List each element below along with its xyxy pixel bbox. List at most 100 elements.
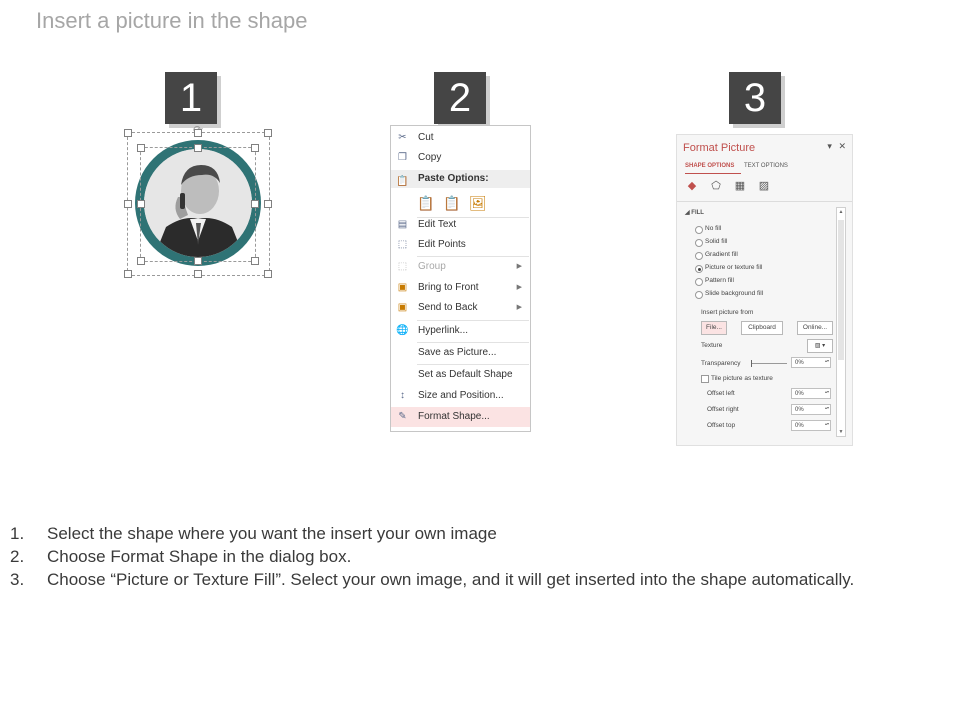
pane-controls: ▾ ✕ — [827, 141, 846, 152]
resize-handle[interactable] — [264, 270, 272, 278]
resize-handle[interactable] — [264, 200, 272, 208]
radio-picture-texture-fill[interactable]: Picture or texture fill — [695, 264, 762, 273]
pane-tabs: SHAPE OPTIONS TEXT OPTIONS — [685, 163, 788, 169]
copy-icon: ❐ — [398, 152, 407, 163]
close-icon[interactable]: ✕ — [838, 141, 846, 151]
pane-title: Format Picture — [683, 142, 756, 154]
menu-item-size-and-position[interactable]: ↕ Size and Position... — [391, 386, 530, 406]
menu-item-bring-to-front[interactable]: ▣ Bring to Front ▶ — [391, 278, 530, 298]
format-picture-pane: Format Picture ▾ ✕ SHAPE OPTIONS TEXT OP… — [676, 134, 853, 446]
radio-button[interactable] — [695, 252, 703, 260]
fill-section-header[interactable]: ◢ FILL — [685, 209, 704, 216]
tile-checkbox[interactable] — [701, 375, 709, 383]
resize-handle[interactable] — [137, 144, 145, 152]
instruction-text: Choose “Picture or Texture Fill”. Select… — [47, 570, 855, 589]
paste-keep-formatting-icon[interactable]: 📋 — [417, 194, 434, 212]
transparency-spinner[interactable]: 0% — [791, 357, 831, 368]
offset-left-spinner[interactable]: 0% — [791, 388, 831, 399]
resize-handle[interactable] — [194, 129, 202, 137]
size-properties-icon[interactable]: ▦ — [733, 180, 747, 193]
fill-line-icon[interactable]: ◆ — [685, 180, 699, 193]
step-badge-3: 3 — [729, 72, 781, 124]
resize-handle[interactable] — [264, 129, 272, 137]
resize-handle[interactable] — [124, 129, 132, 137]
radio-slide-background-fill[interactable]: Slide background fill — [695, 290, 763, 299]
paste-icon: 📋 — [396, 176, 409, 187]
menu-label: Save as Picture... — [418, 347, 497, 358]
send-to-back-icon: ▣ — [397, 302, 408, 313]
tab-text-options[interactable]: TEXT OPTIONS — [744, 163, 788, 169]
radio-button[interactable] — [695, 226, 703, 234]
menu-item-group: ⬚ Group ▶ — [391, 257, 530, 277]
instruction-number: 3. — [10, 570, 25, 589]
paste-picture-icon[interactable]: 🖼 — [469, 194, 487, 212]
resize-handle[interactable] — [124, 270, 132, 278]
resize-handle[interactable] — [137, 257, 145, 265]
transparency-slider[interactable] — [751, 360, 787, 367]
instruction-text: Select the shape where you want the inse… — [47, 524, 497, 543]
dropdown-icon[interactable]: ▾ — [827, 141, 832, 151]
instruction-text: Choose Format Shape in the dialog box. — [47, 547, 352, 566]
radio-label: Gradient fill — [705, 251, 738, 258]
tab-shape-options[interactable]: SHAPE OPTIONS — [685, 163, 734, 169]
bring-to-front-icon: ▣ — [397, 282, 408, 293]
radio-gradient-fill[interactable]: Gradient fill — [695, 251, 738, 260]
radio-button-selected[interactable] — [695, 265, 703, 273]
insert-picture-from-label: Insert picture from — [701, 309, 754, 316]
step-badge-2: 2 — [434, 72, 486, 124]
menu-item-set-default-shape[interactable]: Set as Default Shape — [391, 365, 530, 385]
texture-label: Texture — [701, 342, 723, 349]
menu-label: Send to Back — [418, 302, 478, 313]
submenu-arrow-icon: ▶ — [516, 304, 522, 311]
resize-handle[interactable] — [251, 144, 259, 152]
menu-item-edit-points[interactable]: ⬚ Edit Points — [391, 235, 530, 255]
pane-scrollbar[interactable]: ▲ ▼ — [836, 207, 846, 437]
offset-top-spinner[interactable]: 0% — [791, 420, 831, 431]
menu-item-hyperlink[interactable]: 🌐 Hyperlink... — [391, 321, 530, 341]
scroll-thumb[interactable] — [838, 220, 844, 360]
resize-handle[interactable] — [124, 200, 132, 208]
group-icon: ⬚ — [397, 261, 408, 272]
radio-button[interactable] — [695, 278, 703, 286]
slide-title: Insert a picture in the shape — [36, 8, 308, 33]
hyperlink-icon: 🌐 — [396, 325, 409, 336]
submenu-arrow-icon: ▶ — [516, 284, 522, 291]
effects-icon[interactable]: ⬠ — [709, 180, 723, 193]
resize-handle[interactable] — [137, 200, 145, 208]
picture-icon[interactable]: ▨ — [757, 180, 771, 193]
menu-label: Format Shape... — [418, 411, 490, 422]
radio-solid-fill[interactable]: Solid fill — [695, 238, 727, 247]
menu-item-copy[interactable]: ❐ Copy — [391, 148, 530, 168]
menu-item-edit-text[interactable]: ▤ Edit Text — [391, 215, 530, 235]
resize-handle[interactable] — [251, 200, 259, 208]
resize-handle[interactable] — [251, 257, 259, 265]
scissors-icon: ✂ — [398, 132, 407, 143]
menu-item-send-to-back[interactable]: ▣ Send to Back ▶ — [391, 298, 530, 318]
menu-label: Size and Position... — [418, 390, 504, 401]
menu-item-save-as-picture[interactable]: Save as Picture... — [391, 343, 530, 363]
active-tab-underline — [685, 173, 741, 174]
menu-item-cut[interactable]: ✂ Cut — [391, 128, 530, 148]
radio-no-fill[interactable]: No fill — [695, 225, 722, 234]
resize-handle[interactable] — [194, 270, 202, 278]
clipboard-button[interactable]: Clipboard — [741, 321, 783, 335]
resize-handle[interactable] — [194, 257, 202, 265]
menu-label: Paste Options: — [418, 173, 489, 184]
scroll-down-icon[interactable]: ▼ — [837, 428, 845, 436]
menu-item-format-shape[interactable]: ✎ Format Shape... — [391, 407, 530, 427]
menu-label: Cut — [418, 132, 434, 143]
menu-label: Edit Text — [418, 219, 457, 230]
radio-button[interactable] — [695, 239, 703, 247]
radio-label: No fill — [705, 225, 722, 232]
scroll-up-icon[interactable]: ▲ — [837, 208, 845, 216]
online-button[interactable]: Online... — [797, 321, 833, 335]
offset-right-spinner[interactable]: 0% — [791, 404, 831, 415]
texture-dropdown[interactable]: ▨ ▾ — [807, 339, 833, 353]
slider-knob[interactable] — [751, 360, 752, 367]
radio-pattern-fill[interactable]: Pattern fill — [695, 277, 734, 286]
file-button[interactable]: File... — [701, 321, 727, 335]
resize-handle[interactable] — [194, 144, 202, 152]
paste-text-only-icon[interactable]: 📋 — [443, 194, 460, 212]
context-menu: ✂ Cut ❐ Copy 📋 Paste Options: 📋 📋 🖼 ▤ Ed… — [390, 125, 531, 432]
radio-button[interactable] — [695, 291, 703, 299]
